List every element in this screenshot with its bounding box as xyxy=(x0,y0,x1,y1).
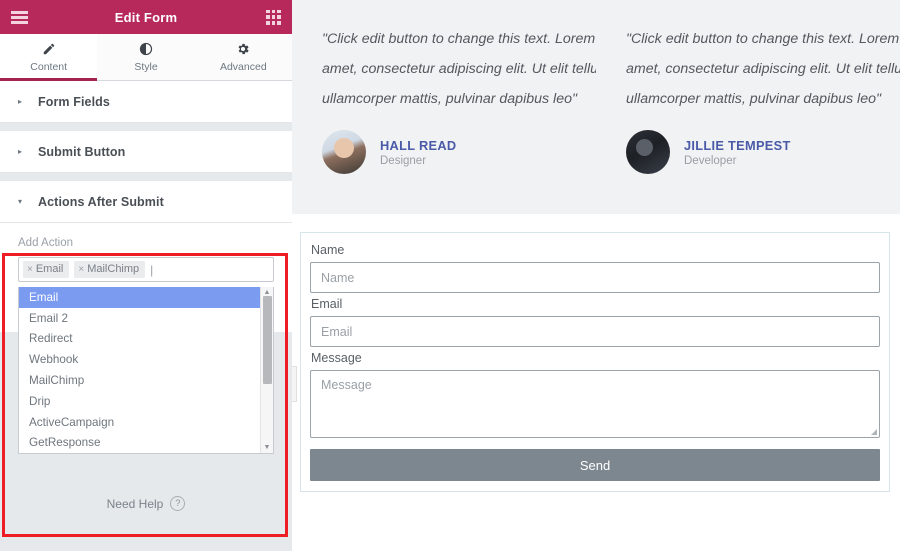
scrollbar-thumb[interactable] xyxy=(263,296,272,384)
avatar xyxy=(626,130,670,174)
panel-sections: ▸ Form Fields ▸ Submit Button ▾ Actions … xyxy=(0,81,292,537)
testimonial-quote-line: amet, consectetur adipiscing elit. Ut el… xyxy=(322,61,596,77)
testimonial-quote-line: amet, consectetur adipiscing elit. Ut el… xyxy=(626,61,900,77)
editor-panel: Edit Form Content Style Advanced ▸ Form … xyxy=(0,0,292,551)
panel-collapse-handle[interactable]: ‹ xyxy=(292,366,297,402)
text-cursor: | xyxy=(150,262,154,277)
scroll-down-arrow-icon[interactable]: ▼ xyxy=(264,442,271,453)
add-action-label: Add Action xyxy=(18,237,73,249)
actions-after-submit-body: Add Action × Email × MailChimp | ▸ Addit… xyxy=(0,223,292,455)
hamburger-menu-icon[interactable] xyxy=(11,10,28,24)
add-action-multiselect[interactable]: × Email × MailChimp | xyxy=(18,257,274,282)
send-button[interactable]: Send xyxy=(310,449,880,481)
dropdown-scrollbar[interactable]: ▲ ▼ xyxy=(260,287,273,454)
dropdown-option-email[interactable]: Email xyxy=(19,287,260,308)
need-help-label: Need Help xyxy=(106,496,164,511)
panel-tabs: Content Style Advanced xyxy=(0,34,292,81)
dropdown-option-mailchimp[interactable]: MailChimp xyxy=(19,370,260,391)
dropdown-option-email-2[interactable]: Email 2 xyxy=(19,308,260,329)
section-divider xyxy=(0,123,292,131)
dropdown-option-getresponse[interactable]: GetResponse xyxy=(19,433,260,454)
testimonial-quote-line: ullamcorper mattis, pulvinar dapibus leo… xyxy=(626,91,882,107)
dropdown-option-activecampaign[interactable]: ActiveCampaign xyxy=(19,412,260,433)
elementor-editor-screen: Edit Form Content Style Advanced ▸ Form … xyxy=(0,0,900,551)
testimonial-card[interactable]: "Click edit button to change this text. … xyxy=(292,18,596,192)
contrast-icon xyxy=(139,42,153,57)
tab-advanced[interactable]: Advanced xyxy=(194,34,292,80)
testimonial-quote-line: "Click edit button to change this text. … xyxy=(626,31,900,47)
sidebar-section-submit-button[interactable]: ▸ Submit Button xyxy=(0,131,292,173)
testimonial-author-name: HALL READ xyxy=(380,137,457,153)
pencil-icon xyxy=(42,42,56,57)
avatar xyxy=(322,130,366,174)
dropdown-option-list: Email Email 2 Redirect Webhook MailChimp… xyxy=(19,287,260,453)
tab-style[interactable]: Style xyxy=(97,34,195,80)
panel-header: Edit Form xyxy=(0,0,292,34)
testimonial-author-role: Developer xyxy=(684,154,737,167)
action-tag-mailchimp-label: MailChimp xyxy=(87,263,140,275)
grid-apps-icon[interactable] xyxy=(266,9,281,25)
tab-content-label: Content xyxy=(30,60,68,73)
sidebar-section-actions-after-submit-label: Actions After Submit xyxy=(38,194,164,209)
contact-form: Name Name Email Email Message Message Se… xyxy=(300,232,890,492)
gear-icon xyxy=(236,42,250,57)
testimonial-card[interactable]: "Click edit button to change this text. … xyxy=(596,18,900,192)
testimonial-quote-line: ullamcorper mattis, pulvinar dapibus leo… xyxy=(322,91,578,107)
tab-style-label: Style xyxy=(134,60,158,73)
email-field-label: Email xyxy=(311,297,343,311)
remove-tag-icon[interactable]: × xyxy=(27,264,33,275)
testimonials-section: "Click edit button to change this text. … xyxy=(292,0,900,214)
testimonial-author-role: Designer xyxy=(380,154,427,167)
message-field-label: Message xyxy=(311,351,362,365)
question-mark-icon[interactable]: ? xyxy=(170,496,186,511)
message-textarea[interactable]: Message xyxy=(310,370,880,438)
chevron-right-icon: ▸ xyxy=(18,147,23,156)
dropdown-option-drip[interactable]: Drip xyxy=(19,391,260,412)
testimonial-author: JILLIE TEMPEST Developer xyxy=(626,130,874,174)
chevron-right-icon: ▸ xyxy=(18,97,23,106)
page-preview: "Click edit button to change this text. … xyxy=(292,0,900,551)
chevron-down-icon: ▾ xyxy=(18,197,23,206)
remove-tag-icon[interactable]: × xyxy=(78,264,84,275)
testimonial-quote-line: "Click edit button to change this text. … xyxy=(322,31,596,47)
sidebar-section-actions-after-submit[interactable]: ▾ Actions After Submit xyxy=(0,181,292,223)
sidebar-section-submit-button-label: Submit Button xyxy=(38,144,126,159)
sidebar-section-form-fields[interactable]: ▸ Form Fields xyxy=(0,81,292,123)
sidebar-section-form-fields-label: Form Fields xyxy=(38,94,110,109)
dropdown-option-webhook[interactable]: Webhook xyxy=(19,349,260,370)
panel-title: Edit Form xyxy=(114,9,178,25)
need-help-area[interactable]: Need Help ? xyxy=(0,456,292,551)
testimonial-author: HALL READ Designer xyxy=(322,130,570,174)
add-action-dropdown[interactable]: Email Email 2 Redirect Webhook MailChimp… xyxy=(18,287,274,455)
section-divider xyxy=(0,173,292,181)
testimonial-author-name: JILLIE TEMPEST xyxy=(684,137,791,153)
name-field-label: Name xyxy=(311,243,345,257)
action-tag-mailchimp[interactable]: × MailChimp xyxy=(74,261,146,278)
tab-content[interactable]: Content xyxy=(0,34,98,81)
email-input[interactable]: Email xyxy=(310,316,880,347)
form-widget-wrapper: ‹ Name Name Email Email Message Message … xyxy=(292,214,900,492)
name-input[interactable]: Name xyxy=(310,262,880,293)
action-tag-email-label: Email xyxy=(35,263,64,275)
action-tag-email[interactable]: × Email xyxy=(23,261,70,278)
tab-advanced-label: Advanced xyxy=(219,60,267,73)
dropdown-option-redirect[interactable]: Redirect xyxy=(19,329,260,350)
